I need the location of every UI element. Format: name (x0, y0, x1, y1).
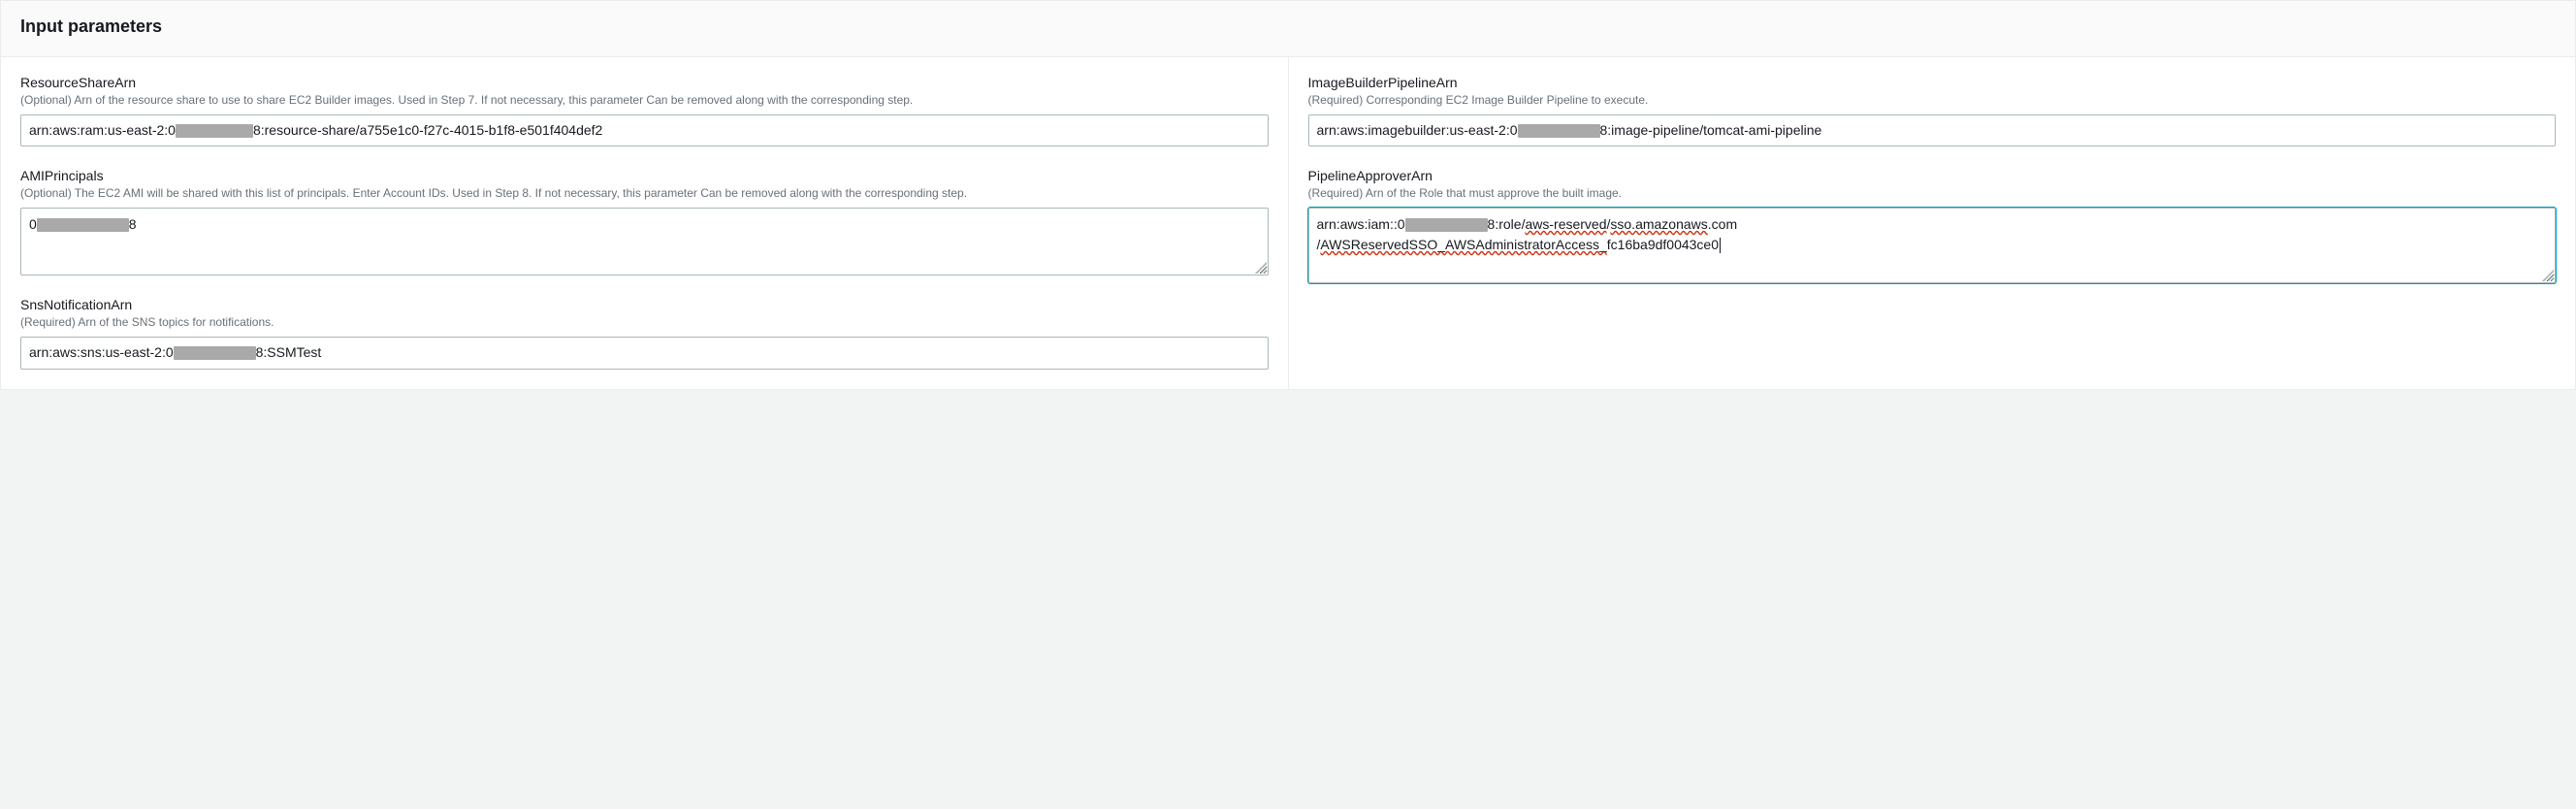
redacted-block (1518, 124, 1600, 138)
field-resource-share-arn: ResourceShareArn (Optional) Arn of the r… (20, 75, 1269, 146)
field-ami-principals: AMIPrincipals (Optional) The EC2 AMI wil… (20, 168, 1269, 275)
redacted-block (37, 218, 129, 232)
label-resource-share-arn: ResourceShareArn (20, 75, 1269, 90)
textarea-pipeline-approver-arn[interactable]: arn:aws:iam::08:role/aws-reserved/sso.am… (1308, 208, 2557, 283)
input-sns-notification-arn[interactable]: arn:aws:sns:us-east-2:08:SSMTest (20, 337, 1269, 370)
field-pipeline-approver-arn: PipelineApproverArn (Required) Arn of th… (1308, 168, 2557, 283)
textarea-ami-principals[interactable]: 08 (20, 208, 1269, 275)
field-image-builder-pipeline-arn: ImageBuilderPipelineArn (Required) Corre… (1308, 75, 2557, 146)
panel-title: Input parameters (20, 16, 2556, 37)
label-pipeline-approver-arn: PipelineApproverArn (1308, 168, 2557, 183)
description-ami-principals: (Optional) The EC2 AMI will be shared wi… (20, 185, 1269, 202)
description-sns-notification-arn: (Required) Arn of the SNS topics for not… (20, 314, 1269, 331)
redacted-block (1405, 218, 1488, 232)
description-pipeline-approver-arn: (Required) Arn of the Role that must app… (1308, 185, 2557, 202)
label-ami-principals: AMIPrincipals (20, 168, 1269, 183)
label-sns-notification-arn: SnsNotificationArn (20, 297, 1269, 312)
description-resource-share-arn: (Optional) Arn of the resource share to … (20, 92, 1269, 109)
description-image-builder-pipeline-arn: (Required) Corresponding EC2 Image Build… (1308, 92, 2557, 109)
panel-header: Input parameters (1, 1, 2575, 57)
label-image-builder-pipeline-arn: ImageBuilderPipelineArn (1308, 75, 2557, 90)
input-resource-share-arn[interactable]: arn:aws:ram:us-east-2:08:resource-share/… (20, 114, 1269, 147)
input-parameters-panel: Input parameters ResourceShareArn (Optio… (0, 0, 2576, 390)
field-sns-notification-arn: SnsNotificationArn (Required) Arn of the… (20, 297, 1269, 369)
redacted-block (174, 346, 256, 360)
left-column: ResourceShareArn (Optional) Arn of the r… (1, 57, 1289, 389)
right-column: ImageBuilderPipelineArn (Required) Corre… (1289, 57, 2576, 389)
panel-body: ResourceShareArn (Optional) Arn of the r… (1, 57, 2575, 389)
redacted-block (176, 124, 253, 138)
input-image-builder-pipeline-arn[interactable]: arn:aws:imagebuilder:us-east-2:08:image-… (1308, 114, 2557, 147)
text-cursor (1720, 238, 1721, 253)
